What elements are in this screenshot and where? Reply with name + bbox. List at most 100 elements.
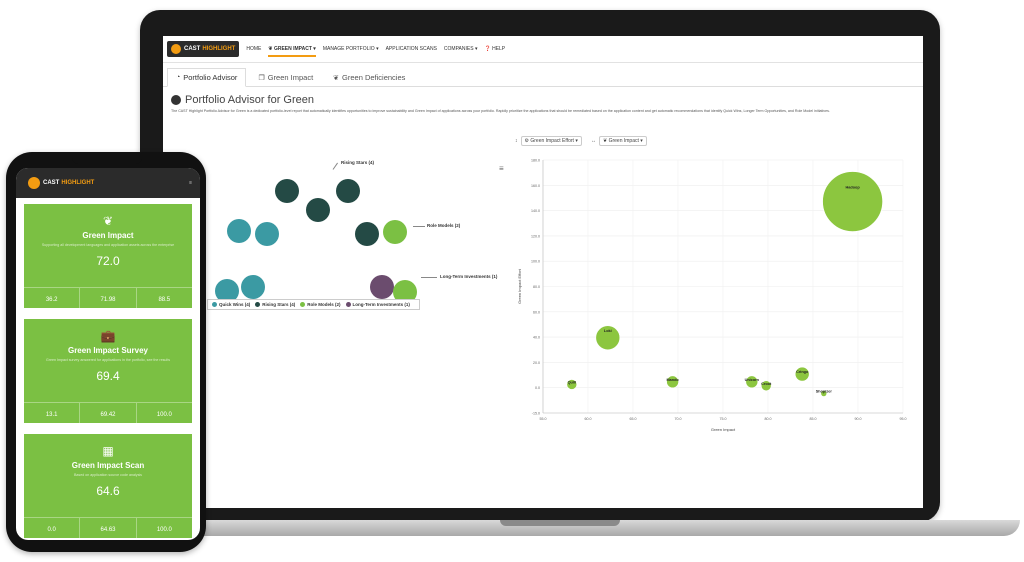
rising-star-bubble[interactable] [355, 222, 379, 246]
stat-avg: 71.98 [80, 288, 137, 308]
rising-star-bubble[interactable] [336, 179, 360, 203]
x-axis-control: ↔ ❦ Green Impact ▾ [591, 136, 647, 146]
nav-home[interactable]: HOME [246, 46, 261, 52]
phone-card-green-impact-scan[interactable]: ▦ Green Impact Scan Based on application… [24, 434, 192, 538]
nav-application-scans[interactable]: APPLICATION SCANS [386, 46, 437, 52]
logo-highlight-text: HIGHLIGHT [202, 46, 236, 52]
point-label: Shopizer [816, 390, 833, 394]
long-term-bubble[interactable] [370, 275, 394, 299]
segment-legend: Quick Wins (4) Rising Stars (4) Role Mod… [207, 299, 420, 310]
card-role-models[interactable]: 2 Role Models Applications that are alre… [571, 429, 726, 508]
tab-bar: ◔ Portfolio Advisor ❐ Green Impact ❦ Green … [163, 66, 923, 87]
x-axis-select-label: Green Impact [608, 138, 639, 144]
x-tick-label: 80.0 [765, 417, 772, 421]
y-axis-select-label: Green Impact Effort [530, 138, 574, 144]
nav-help-label: HELP [492, 46, 506, 52]
card-rising-stars[interactable]: 4 Rising Stars Business critical applica… [407, 429, 562, 508]
chevron-down-icon: ▾ [640, 138, 643, 144]
point-label: Hadoop [846, 186, 861, 190]
phone-card-green-impact-survey[interactable]: 💼 Green Impact Survey Green Impact surve… [24, 319, 192, 423]
laptop-screen: CAST HIGHLIGHT HOME ❦ GREEN IMPACT ▾ MAN… [163, 36, 923, 508]
tab-portfolio-advisor[interactable]: ◔ Portfolio Advisor [167, 68, 247, 87]
pie-chart-icon: ◔ [176, 74, 181, 81]
point-label: Croot [761, 382, 772, 386]
chart-menu-icon[interactable]: ≡ [499, 164, 504, 173]
briefcase-icon: 💼 [100, 329, 116, 343]
legend-dot [255, 302, 261, 307]
x-axis-select[interactable]: ❦ Green Impact ▾ [599, 136, 647, 146]
card-title: Rising Stars [452, 450, 517, 462]
nav-help[interactable]: ❓ HELP [484, 46, 505, 52]
y-tick-label: 80.0 [533, 285, 540, 289]
nav-green-impact[interactable]: ❦ GREEN IMPACT ▾ [268, 46, 316, 57]
stat-max: 100.0 [156, 412, 172, 418]
nav-companies[interactable]: COMPANIES ▾ [444, 46, 478, 52]
chevron-down-icon: ▾ [474, 46, 478, 52]
y-tick-label: 140.0 [531, 209, 540, 213]
phone-card-description: Supporting all development languages and… [41, 243, 175, 247]
tab-portfolio-advisor-label: Portfolio Advisor [183, 73, 238, 82]
card-description: Applications that are already using envi… [581, 468, 716, 479]
phone-card-value: 69.4 [96, 369, 120, 383]
phone-header: CAST HIGHLIGHT ≡ [16, 168, 200, 198]
legend-long-term[interactable]: Long-Term Investments (1) [345, 302, 410, 307]
leaf-icon: ❦ [102, 214, 114, 228]
scatter-point-hadoop[interactable] [822, 171, 883, 232]
long-term-leader [421, 277, 437, 278]
role-models-leader [413, 226, 425, 227]
y-tick-label: 20.0 [533, 361, 540, 365]
stat-avg: 64.63 [80, 518, 137, 538]
card-description: Business critical applications that will… [424, 468, 545, 485]
role-model-bubble[interactable] [383, 220, 407, 244]
quick-win-bubble[interactable] [255, 222, 279, 246]
rising-star-bubble[interactable] [306, 198, 330, 222]
chevron-down-icon: ▾ [575, 138, 578, 144]
card-count: 4 [317, 437, 324, 448]
quick-win-bubble[interactable] [241, 275, 265, 299]
long-term-label: Long-Term Investments (1) [440, 274, 498, 279]
y-axis-select[interactable]: ⚙ Green Impact Effort ▾ [520, 136, 582, 146]
legend-rising-stars[interactable]: Rising Stars (4) [255, 302, 295, 307]
vertical-arrows-icon: ↕ [515, 138, 518, 144]
phone-screen: CAST HIGHLIGHT ≡ ❦ Green Impact Supporti… [16, 168, 200, 540]
rising-star-bubble[interactable] [275, 179, 299, 203]
top-navbar: CAST HIGHLIGHT HOME ❦ GREEN IMPACT ▾ MAN… [163, 36, 923, 63]
gear-icon: ⚙ [524, 138, 529, 144]
phone-card-green-impact[interactable]: ❦ Green Impact Supporting all developmen… [24, 204, 192, 308]
nav-manage-portfolio[interactable]: MANAGE PORTFOLIO ▾ [323, 46, 379, 52]
chevron-down-icon: ▾ [376, 46, 379, 52]
x-tick-label: 95.0 [900, 417, 907, 421]
legend-quick-wins[interactable]: Quick Wins (4) [212, 302, 250, 307]
logo-cast-text: CAST [184, 46, 201, 52]
phone-notch [72, 158, 142, 164]
chevron-down-icon: ▾ [313, 46, 316, 52]
point-label: Cringo [796, 370, 809, 374]
laptop-base-notch [500, 520, 620, 526]
horizontal-arrows-icon: ↔ [591, 138, 596, 144]
page-title-text: Portfolio Advisor for Green [185, 94, 315, 106]
card-long-term-investments[interactable]: 1 Long-Term Investments Applications tha… [735, 429, 890, 508]
rising-stars-leader [332, 162, 338, 170]
tab-green-deficiencies[interactable]: ❦ Green Deficiencies [325, 69, 413, 86]
card-quick-wins[interactable]: 4 Quick Wins Applications that represent… [243, 429, 398, 508]
leaf-icon: ❦ [333, 74, 340, 82]
legend-rising-stars-label: Rising Stars (4) [262, 302, 296, 307]
pie-chart-icon [171, 95, 181, 105]
scatter-chart: 180.0 160.0 140.0 120.0 100.0 80.0 60.0 40.0 20.… [517, 159, 907, 433]
tab-green-impact[interactable]: ❐ Green Impact [250, 69, 321, 86]
y-tick-label: 120.0 [531, 234, 540, 238]
legend-role-models[interactable]: Role Models (2) [300, 302, 341, 307]
help-icon: ❓ [484, 46, 491, 52]
menu-icon[interactable]: ≡ [189, 180, 192, 186]
cast-highlight-logo[interactable]: CAST HIGHLIGHT [167, 41, 240, 57]
phone-card-value: 64.6 [96, 484, 120, 498]
phone-card-title: Green Impact Scan [71, 461, 145, 470]
card-count: 2 [645, 437, 652, 448]
stat-avg: 69.42 [80, 403, 137, 423]
point-label: Mando [666, 378, 679, 382]
quick-win-bubble[interactable] [227, 219, 251, 243]
card-count: 4 [481, 437, 488, 448]
point-label: Unicorn [745, 378, 760, 382]
rising-stars-label: Rising Stars (4) [341, 160, 375, 165]
legend-role-models-label: Role Models (2) [307, 302, 341, 307]
